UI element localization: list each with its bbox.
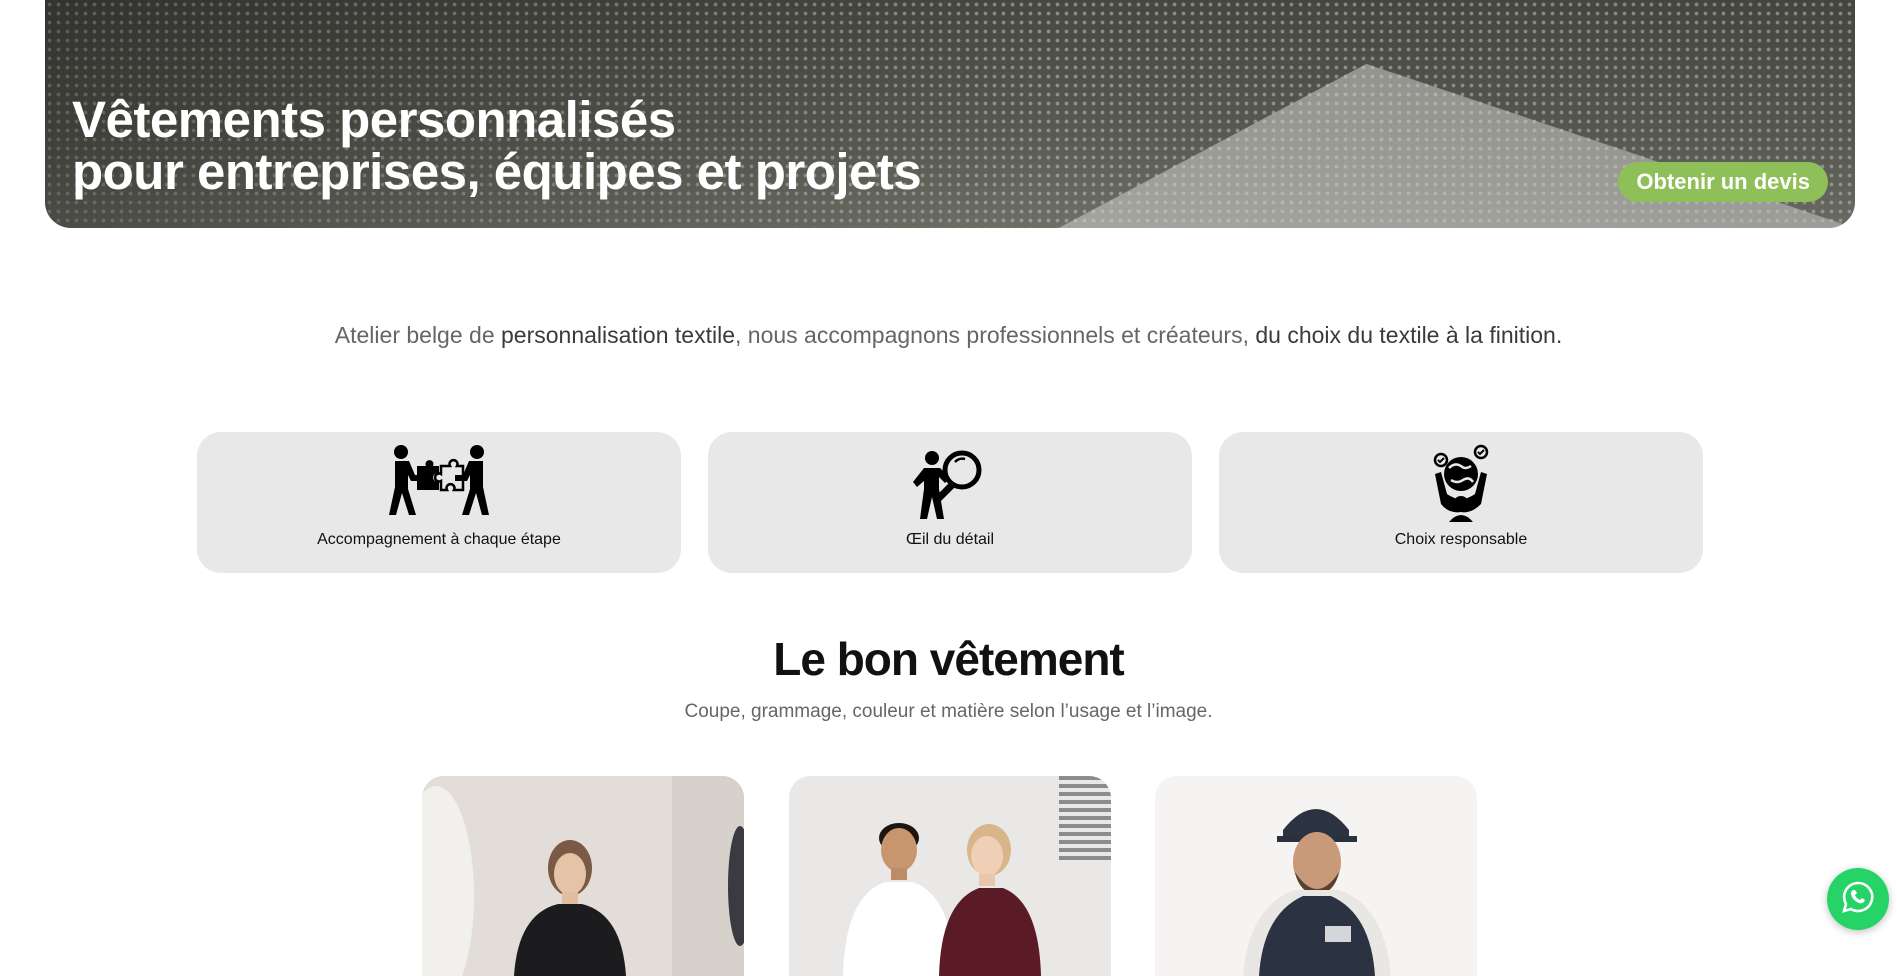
hero-title-line2: pour entreprises, équipes et projets bbox=[72, 143, 922, 200]
section-title: Le bon vêtement bbox=[773, 633, 1125, 685]
get-quote-button[interactable]: Obtenir un devis bbox=[1618, 162, 1828, 202]
model-black-sweatshirt-photo bbox=[422, 776, 744, 976]
feature-label: Accompagnement à chaque étape bbox=[317, 531, 561, 548]
product-card-polos[interactable] bbox=[789, 776, 1111, 976]
feature-label: Choix responsable bbox=[1394, 531, 1528, 548]
feature-label: Œil du détail bbox=[905, 531, 995, 548]
hero-banner: Vêtements personnalisés pour entreprises… bbox=[45, 0, 1855, 228]
couple-polo-shirts-photo bbox=[789, 776, 1111, 976]
section-subtitle: Coupe, grammage, couleur et matière selo… bbox=[684, 701, 1213, 722]
intro-strong1: personnalisation textile bbox=[501, 322, 735, 348]
feature-card-support: Accompagnement à chaque étape bbox=[197, 432, 681, 573]
whatsapp-button[interactable] bbox=[1827, 868, 1889, 930]
magnifier-person-icon bbox=[912, 444, 988, 522]
feature-card-detail: Œil du détail bbox=[708, 432, 1192, 573]
intro-part1: Atelier belge de bbox=[334, 322, 502, 348]
hero-title: Vêtements personnalisés pour entreprises… bbox=[72, 91, 922, 200]
whatsapp-icon bbox=[1841, 880, 1875, 919]
product-card-bodywarmer[interactable] bbox=[1155, 776, 1477, 976]
hero-title-line1: Vêtements personnalisés bbox=[72, 91, 676, 148]
puzzle-people-icon bbox=[381, 444, 497, 522]
feature-card-responsible: Choix responsable bbox=[1219, 432, 1703, 573]
intro-text: Atelier belge de personnalisation textil… bbox=[0, 322, 1897, 349]
hands-globe-icon bbox=[1431, 444, 1491, 522]
intro-strong2: du choix du textile à la finition. bbox=[1255, 322, 1563, 348]
intro-part2: , nous accompagnons professionnels et cr… bbox=[735, 322, 1256, 348]
man-cap-bodywarmer-photo bbox=[1155, 776, 1477, 976]
product-card-sweatshirt[interactable] bbox=[422, 776, 744, 976]
